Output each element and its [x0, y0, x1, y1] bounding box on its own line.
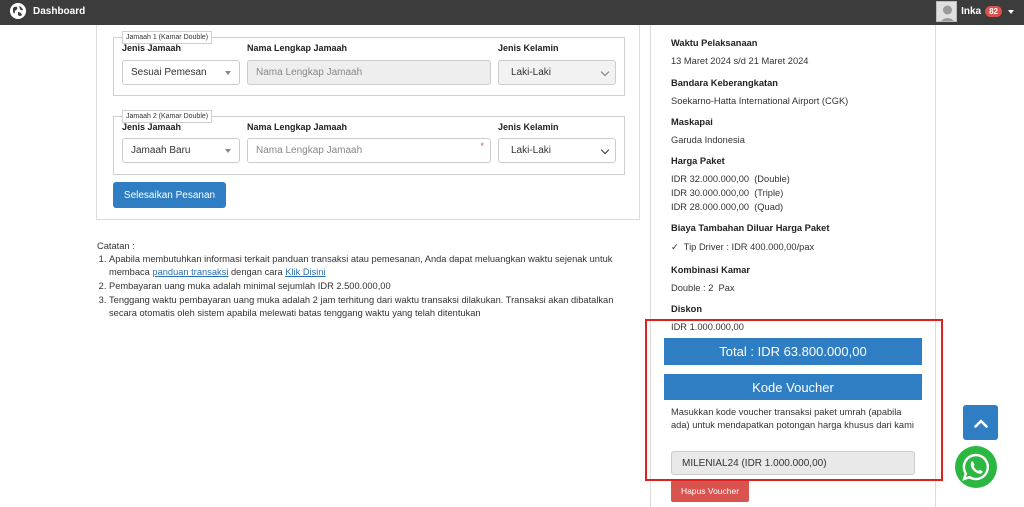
waktu-label: Waktu Pelaksanaan [671, 38, 758, 48]
notes-list: Apabila membutuhkan informasi terkait pa… [97, 253, 642, 320]
top-navbar: Dashboard Inka 82 [0, 0, 1024, 25]
globe-icon [10, 3, 26, 19]
harga-quad: IDR 28.000.000,00 (Quad) [671, 202, 784, 212]
panduan-transaksi-link[interactable]: panduan transaksi [152, 267, 228, 277]
avatar [936, 1, 958, 22]
chevron-down-icon [1008, 9, 1014, 14]
notes-item: Tenggang waktu pembayaran uang muka adal… [109, 294, 642, 320]
hapus-voucher-button[interactable]: Hapus Voucher [671, 480, 749, 502]
notes-item: Pembayaran uang muka adalah minimal seju… [109, 280, 642, 293]
jamaah-1-group: Jamaah 1 (Kamar Double) Jenis Jamaah Nam… [113, 31, 625, 96]
highlight-box [645, 319, 943, 481]
notes-item-1-mid: dengan cara [228, 267, 286, 277]
notes-title: Catatan : [97, 241, 135, 251]
required-mark: * [480, 141, 484, 151]
nama-jamaah-input-2[interactable]: Nama Lengkap Jamaah * [247, 138, 491, 163]
waktu-value: 13 Maret 2024 s/d 21 Maret 2024 [671, 56, 809, 66]
jenis-jamaah-select-1[interactable]: Sesuai Pemesan [122, 60, 240, 85]
jenis-kelamin-value: Laki-Laki [511, 145, 552, 156]
dashboard-label: Dashboard [33, 5, 86, 17]
user-menu[interactable]: Inka 82 [936, 1, 1014, 22]
jamaah-form-panel: Jamaah 1 (Kamar Double) Jenis Jamaah Nam… [96, 25, 640, 220]
scroll-top-button[interactable] [963, 405, 998, 440]
maskapai-value: Garuda Indonesia [671, 135, 745, 145]
dashboard-link[interactable]: Dashboard [10, 3, 85, 19]
user-name: Inka [961, 6, 982, 17]
selesaikan-pesanan-button[interactable]: Selesaikan Pesanan [113, 182, 226, 208]
jenis-jamaah-value: Sesuai Pemesan [131, 67, 207, 78]
whatsapp-icon [962, 453, 989, 481]
chevron-down-icon [600, 145, 610, 155]
bandara-label: Bandara Keberangkatan [671, 78, 778, 88]
kombinasi-label: Kombinasi Kamar [671, 265, 751, 275]
nama-jamaah-label: Nama Lengkap Jamaah [247, 122, 348, 132]
bandara-value: Soekarno-Hatta International Airport (CG… [671, 96, 849, 106]
catatan-notes: Catatan : Apabila membutuhkan informasi … [97, 240, 642, 321]
jenis-jamaah-label: Jenis Jamaah [122, 43, 182, 53]
biaya-tambahan-value: ✓ Tip Driver : IDR 400.000,00/pax [671, 242, 815, 252]
klik-disini-link[interactable]: Klik Disini [285, 267, 325, 277]
nama-jamaah-placeholder: Nama Lengkap Jamaah [256, 145, 363, 156]
chevron-up-icon [973, 419, 988, 428]
jenis-kelamin-value: Laki-Laki [511, 67, 552, 78]
nama-jamaah-placeholder: Nama Lengkap Jamaah [256, 67, 363, 78]
chevron-down-icon [225, 71, 231, 75]
chevron-down-icon [225, 149, 231, 153]
harga-triple: IDR 30.000.000,00 (Triple) [671, 188, 784, 198]
jenis-kelamin-select-1[interactable]: Laki-Laki [498, 60, 616, 85]
jenis-jamaah-label: Jenis Jamaah [122, 122, 182, 132]
nama-jamaah-label: Nama Lengkap Jamaah [247, 43, 348, 53]
nama-jamaah-input-1[interactable]: Nama Lengkap Jamaah [247, 60, 491, 85]
diskon-label: Diskon [671, 304, 702, 314]
harga-label: Harga Paket [671, 156, 725, 166]
harga-double: IDR 32.000.000,00 (Double) [671, 174, 790, 184]
chevron-down-icon [600, 67, 610, 77]
jamaah-2-group: Jamaah 2 (Kamar Double) Jenis Jamaah Nam… [113, 110, 625, 175]
jenis-kelamin-select-2[interactable]: Laki-Laki [498, 138, 616, 163]
notification-badge: 82 [985, 6, 1002, 17]
kombinasi-value: Double : 2 Pax [671, 283, 735, 293]
jenis-kelamin-label: Jenis Kelamin [498, 122, 559, 132]
jenis-jamaah-select-2[interactable]: Jamaah Baru [122, 138, 240, 163]
biaya-tambahan-label: Biaya Tambahan Diluar Harga Paket [671, 223, 830, 233]
maskapai-label: Maskapai [671, 117, 713, 127]
notes-item: Apabila membutuhkan informasi terkait pa… [109, 253, 642, 279]
whatsapp-button[interactable] [955, 446, 997, 488]
jenis-jamaah-value: Jamaah Baru [131, 145, 191, 156]
jenis-kelamin-label: Jenis Kelamin [498, 43, 559, 53]
